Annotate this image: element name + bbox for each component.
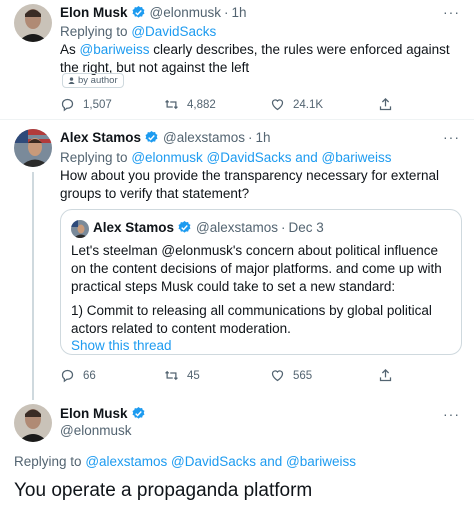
author-handle[interactable]: @alexstamos [163,130,245,145]
avatar[interactable] [14,4,52,42]
more-options-icon[interactable]: ··· [443,129,460,145]
tweet-text: As @bariweiss clearly describes, the rul… [60,41,464,77]
separator-dot: · [224,5,229,20]
reply-button[interactable]: 1,507 [60,97,164,112]
author-name[interactable]: Alex Stamos [60,130,141,145]
more-options-icon[interactable]: ··· [443,4,460,20]
tweet-elon-focused[interactable]: Elon Musk @elonmusk ··· Replying to @ale… [0,398,474,513]
retweet-button[interactable]: 4,882 [164,97,270,112]
author-name[interactable]: Elon Musk [60,406,128,421]
separator-dot: · [281,220,286,235]
share-icon [379,97,392,111]
action-bar: 66 45 565 [60,368,393,383]
by-author-badge: by author [62,73,124,88]
tweet-alex[interactable]: Alex Stamos @alexstamos · 1h ··· Replyin… [0,120,474,400]
verified-icon [132,406,144,419]
replying-to-prefix: Replying to [60,24,128,39]
quote-timestamp: Dec 3 [288,220,324,235]
quote-text-paragraph-1: Let's steelman @elonmusk's concern about… [71,243,442,294]
quote-author-name: Alex Stamos [93,220,175,235]
heart-icon [271,370,284,382]
verified-icon [178,220,191,233]
tweet-text-start: As [60,42,80,57]
tweet-elon-1[interactable]: Elon Musk @elonmusk · 1h ··· Replying to… [0,0,474,118]
heart-icon [271,99,284,111]
share-icon [379,368,392,382]
badge-label: by author [78,75,118,86]
replying-to: Replying to @DavidSacks [60,24,216,39]
person-icon [68,77,75,84]
timestamp[interactable]: 1h [232,5,247,20]
retweet-icon [165,370,178,381]
replying-to-mentions[interactable]: @alexstamos @DavidSacks and @bariweiss [85,454,356,469]
replying-to: Replying to @elonmusk @DavidSacks and @b… [60,150,392,165]
retweet-icon [165,99,178,110]
reply-count: 1,507 [83,98,112,111]
retweet-count: 4,882 [187,98,216,111]
quote-tweet[interactable]: Alex Stamos @alexstamos · Dec 3 Let's st… [60,209,462,355]
quote-avatar [71,220,89,238]
tweet-text: How about you provide the transparency n… [60,168,439,201]
retweet-count: 45 [187,369,200,382]
thread-line [32,172,34,400]
replying-to-mentions[interactable]: @elonmusk @DavidSacks and @bariweiss [131,150,391,165]
reply-icon [61,98,74,112]
reply-button[interactable]: 66 [60,368,164,383]
like-count: 24.1K [293,98,324,111]
reply-count: 66 [83,369,96,382]
quote-author-handle: @alexstamos [196,220,279,235]
replying-to-prefix: Replying to [14,454,82,469]
author-name[interactable]: Elon Musk [60,5,128,20]
replying-to: Replying to @alexstamos @DavidSacks and … [14,454,356,469]
replying-to-mention[interactable]: @DavidSacks [131,24,216,39]
share-button[interactable] [378,97,393,112]
replying-to-prefix: Replying to [60,150,128,165]
action-bar: 1,507 4,882 24.1K [60,97,393,112]
like-count: 565 [293,369,313,382]
like-button[interactable]: 24.1K [270,97,378,112]
separator-dot: · [248,130,253,145]
verified-icon [145,130,158,143]
author-handle[interactable]: @elonmusk [150,5,221,20]
show-thread-link[interactable]: Show this thread [71,338,172,353]
author-handle[interactable]: @elonmusk [60,423,131,438]
share-button[interactable] [378,368,393,383]
more-options-icon[interactable]: ··· [443,406,460,422]
like-button[interactable]: 565 [270,368,378,383]
tweet-text: You operate a propaganda platform [14,480,313,501]
timestamp[interactable]: 1h [256,130,271,145]
reply-icon [61,369,74,383]
quote-text-paragraph-2: 1) Commit to releasing all communication… [71,303,432,336]
retweet-button[interactable]: 45 [164,368,270,383]
avatar[interactable] [14,404,52,442]
avatar[interactable] [14,129,52,167]
mention-link[interactable]: @bariweiss [80,42,150,57]
verified-icon [132,5,144,18]
